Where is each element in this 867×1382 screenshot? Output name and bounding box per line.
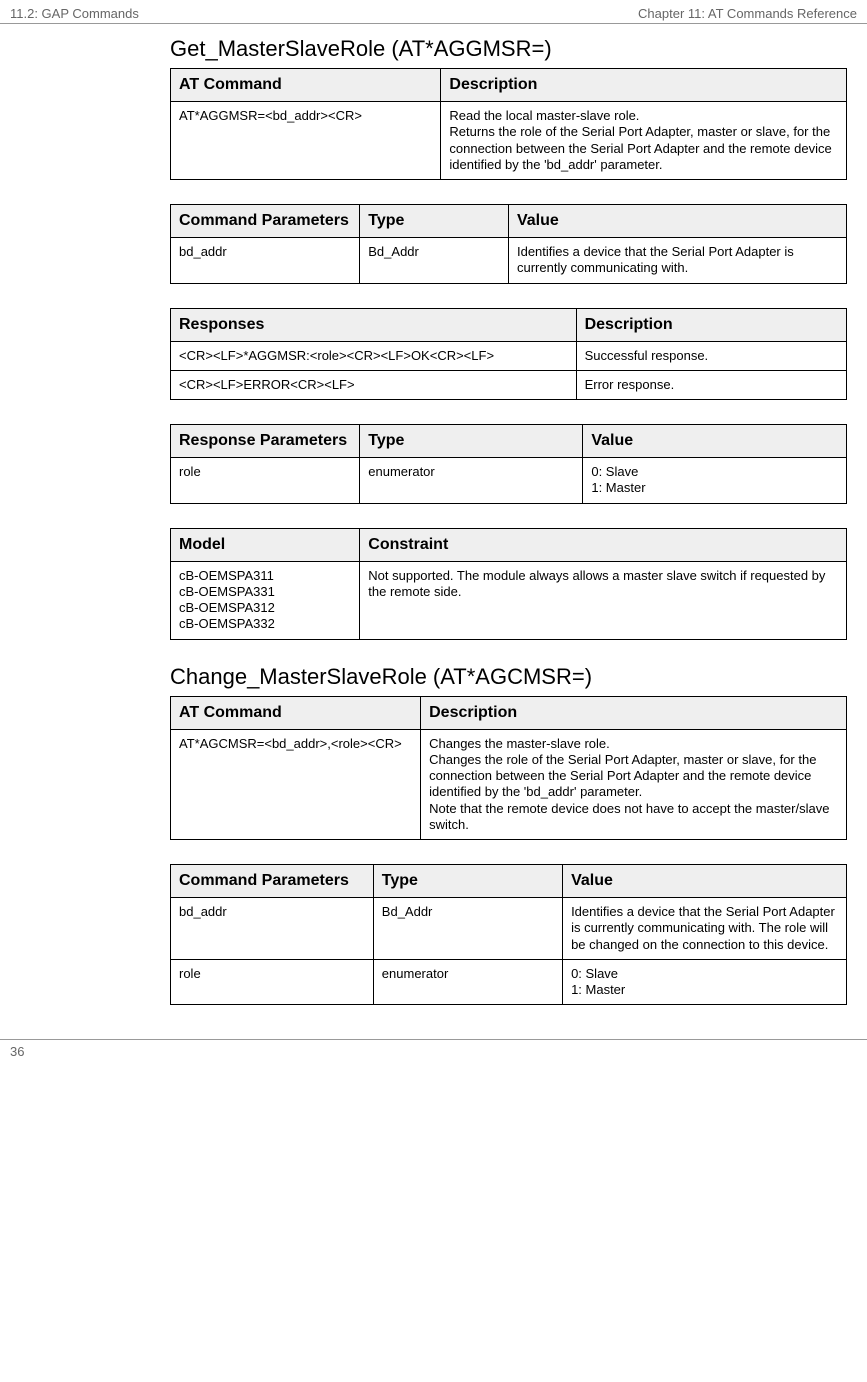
table-cell: <CR><LF>ERROR<CR><LF> xyxy=(171,370,577,399)
table-header-row: Command Parameters Type Value xyxy=(171,865,847,898)
table-header: Responses xyxy=(171,308,577,341)
table-responses: Responses Description <CR><LF>*AGGMSR:<r… xyxy=(170,308,847,401)
table-cell: Successful response. xyxy=(576,341,846,370)
table-row: AT*AGCMSR=<bd_addr>,<role><CR> Changes t… xyxy=(171,729,847,840)
page-number: 36 xyxy=(10,1044,24,1059)
header-left: 11.2: GAP Commands xyxy=(10,6,139,21)
table-cell: cB-OEMSPA311 cB-OEMSPA331 cB-OEMSPA312 c… xyxy=(171,561,360,639)
table-header: AT Command xyxy=(171,69,441,102)
table-row: bd_addr Bd_Addr Identifies a device that… xyxy=(171,898,847,960)
table-cell: Identifies a device that the Serial Port… xyxy=(563,898,847,960)
table-header: Model xyxy=(171,528,360,561)
table-command-parameters: Command Parameters Type Value bd_addr Bd… xyxy=(170,204,847,284)
table-cell: 0: Slave 1: Master xyxy=(563,959,847,1005)
table-header: Description xyxy=(441,69,847,102)
table-header-row: Model Constraint xyxy=(171,528,847,561)
table-header: Value xyxy=(583,425,847,458)
table-row: role enumerator 0: Slave 1: Master xyxy=(171,959,847,1005)
header-right: Chapter 11: AT Commands Reference xyxy=(638,6,857,21)
table-cell: Error response. xyxy=(576,370,846,399)
table-header: Value xyxy=(508,205,846,238)
table-header-row: Response Parameters Type Value xyxy=(171,425,847,458)
table-at-command: AT Command Description AT*AGCMSR=<bd_add… xyxy=(170,696,847,841)
table-header-row: AT Command Description xyxy=(171,696,847,729)
table-header: Description xyxy=(576,308,846,341)
table-cell: AT*AGGMSR=<bd_addr><CR> xyxy=(171,102,441,180)
table-cell: bd_addr xyxy=(171,238,360,284)
table-row: <CR><LF>ERROR<CR><LF> Error response. xyxy=(171,370,847,399)
table-row: <CR><LF>*AGGMSR:<role><CR><LF>OK<CR><LF>… xyxy=(171,341,847,370)
table-row: bd_addr Bd_Addr Identifies a device that… xyxy=(171,238,847,284)
table-header: Value xyxy=(563,865,847,898)
table-cell: enumerator xyxy=(360,458,583,504)
section-title: Get_MasterSlaveRole (AT*AGGMSR=) xyxy=(170,36,847,62)
table-cell: Identifies a device that the Serial Port… xyxy=(508,238,846,284)
page-footer: 36 xyxy=(0,1039,867,1063)
table-cell: bd_addr xyxy=(171,898,374,960)
table-header: Type xyxy=(360,425,583,458)
table-at-command: AT Command Description AT*AGGMSR=<bd_add… xyxy=(170,68,847,180)
table-header-row: Command Parameters Type Value xyxy=(171,205,847,238)
table-header: Constraint xyxy=(360,528,847,561)
table-cell: role xyxy=(171,458,360,504)
table-header: AT Command xyxy=(171,696,421,729)
section-title: Change_MasterSlaveRole (AT*AGCMSR=) xyxy=(170,664,847,690)
table-header: Command Parameters xyxy=(171,205,360,238)
table-cell: Changes the master-slave role. Changes t… xyxy=(421,729,847,840)
table-header: Type xyxy=(360,205,509,238)
table-row: cB-OEMSPA311 cB-OEMSPA331 cB-OEMSPA312 c… xyxy=(171,561,847,639)
table-cell: Not supported. The module always allows … xyxy=(360,561,847,639)
table-header: Type xyxy=(373,865,562,898)
table-row: AT*AGGMSR=<bd_addr><CR> Read the local m… xyxy=(171,102,847,180)
table-model-constraint: Model Constraint cB-OEMSPA311 cB-OEMSPA3… xyxy=(170,528,847,640)
table-command-parameters: Command Parameters Type Value bd_addr Bd… xyxy=(170,864,847,1005)
table-cell: AT*AGCMSR=<bd_addr>,<role><CR> xyxy=(171,729,421,840)
table-cell: <CR><LF>*AGGMSR:<role><CR><LF>OK<CR><LF> xyxy=(171,341,577,370)
table-header: Response Parameters xyxy=(171,425,360,458)
table-cell: Bd_Addr xyxy=(373,898,562,960)
table-header-row: AT Command Description xyxy=(171,69,847,102)
table-cell: Read the local master-slave role. Return… xyxy=(441,102,847,180)
table-response-parameters: Response Parameters Type Value role enum… xyxy=(170,424,847,504)
table-cell: Bd_Addr xyxy=(360,238,509,284)
page-header: 11.2: GAP Commands Chapter 11: AT Comman… xyxy=(0,0,867,24)
table-header-row: Responses Description xyxy=(171,308,847,341)
table-header: Description xyxy=(421,696,847,729)
table-cell: role xyxy=(171,959,374,1005)
page-content: Get_MasterSlaveRole (AT*AGGMSR=) AT Comm… xyxy=(0,24,867,1039)
table-row: role enumerator 0: Slave 1: Master xyxy=(171,458,847,504)
table-header: Command Parameters xyxy=(171,865,374,898)
table-cell: enumerator xyxy=(373,959,562,1005)
table-cell: 0: Slave 1: Master xyxy=(583,458,847,504)
